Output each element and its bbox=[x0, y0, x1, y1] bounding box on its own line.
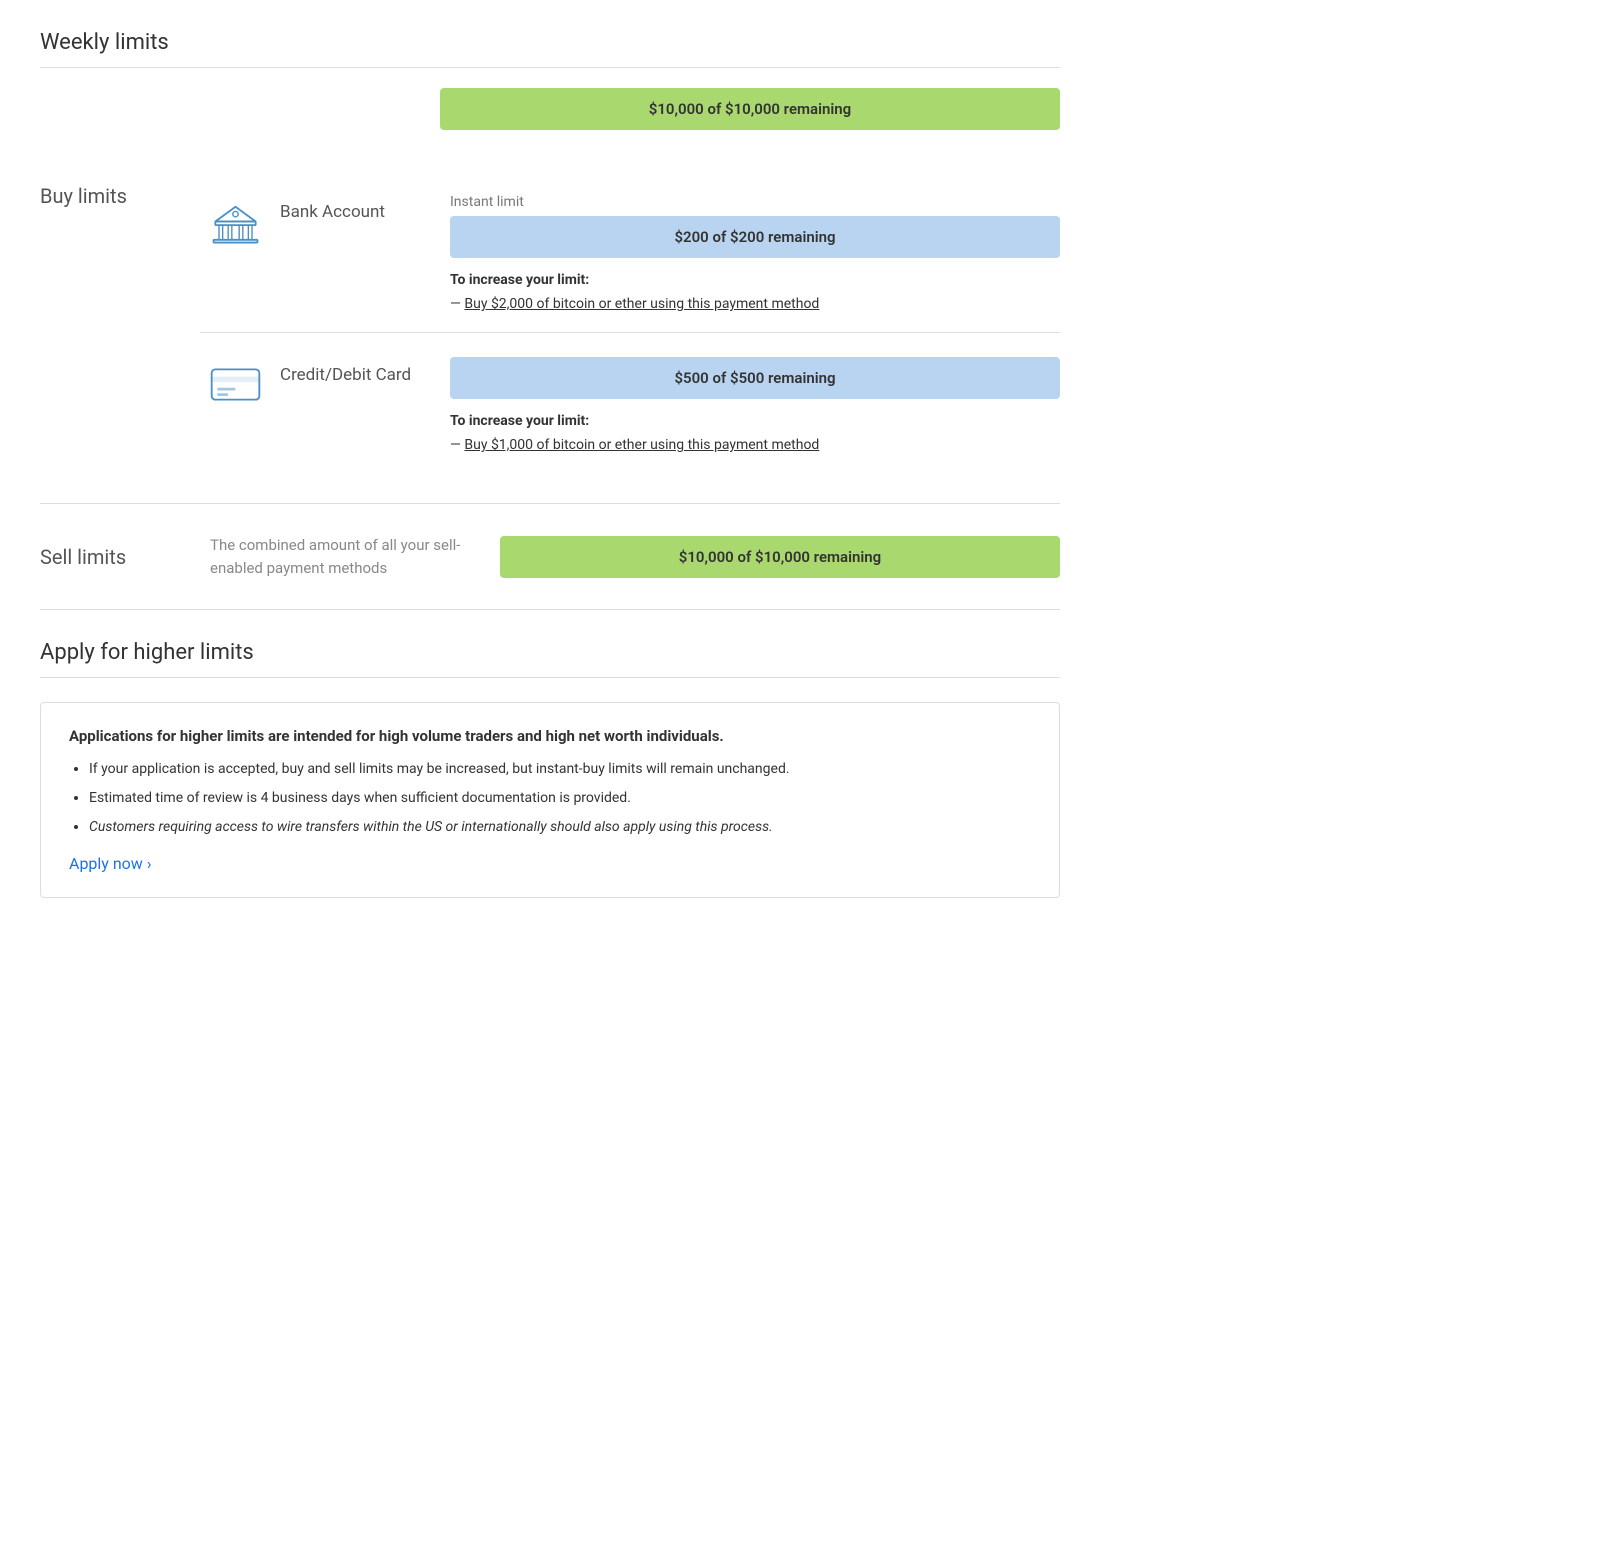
bank-account-row: Bank Account Instant limit $200 of $200 … bbox=[200, 174, 1060, 333]
buy-limits-content: Buy limits Bank bbox=[40, 174, 1060, 473]
bank-account-limit-bar: $200 of $200 remaining bbox=[450, 216, 1060, 258]
sell-limits-section: Sell limits The combined amount of all y… bbox=[40, 504, 1060, 610]
bank-account-name: Bank Account bbox=[270, 194, 430, 222]
buy-limits-label: Buy limits bbox=[40, 174, 200, 208]
sell-limits-label: Sell limits bbox=[40, 545, 200, 569]
weekly-limits-section: Weekly limits $10,000 of $10,000 remaini… bbox=[40, 30, 1060, 144]
apply-bullet-2: Estimated time of review is 4 business d… bbox=[89, 788, 1031, 809]
sell-limit-bar-wrapper: $10,000 of $10,000 remaining bbox=[480, 536, 1060, 578]
apply-bullet-1: If your application is accepted, buy and… bbox=[89, 759, 1031, 780]
sell-limit-bar: $10,000 of $10,000 remaining bbox=[500, 536, 1060, 578]
sell-description: The combined amount of all your sell-ena… bbox=[200, 534, 480, 579]
credit-card-limit-details: $500 of $500 remaining To increase your … bbox=[430, 357, 1060, 453]
apply-now-link[interactable]: Apply now › bbox=[69, 854, 152, 873]
bank-increase-link[interactable]: Buy $2,000 of bitcoin or ether using thi… bbox=[464, 296, 819, 312]
instant-limit-label: Instant limit bbox=[450, 194, 1060, 210]
apply-bullet-3-text: Customers requiring access to wire trans… bbox=[89, 819, 773, 835]
bank-account-limit-details: Instant limit $200 of $200 remaining To … bbox=[430, 194, 1060, 312]
credit-card-icon bbox=[200, 357, 270, 407]
credit-card-name: Credit/Debit Card bbox=[270, 357, 430, 385]
credit-increase-link[interactable]: Buy $1,000 of bitcoin or ether using thi… bbox=[464, 437, 819, 453]
apply-bullet-3: Customers requiring access to wire trans… bbox=[89, 817, 1031, 838]
apply-box-list: If your application is accepted, buy and… bbox=[89, 759, 1031, 838]
weekly-top-bar-wrapper: $10,000 of $10,000 remaining bbox=[440, 88, 1060, 144]
apply-divider bbox=[40, 677, 1060, 678]
apply-section-title: Apply for higher limits bbox=[40, 640, 1060, 665]
weekly-top-bar-row: $10,000 of $10,000 remaining bbox=[40, 68, 1060, 144]
weekly-limit-bar: $10,000 of $10,000 remaining bbox=[440, 88, 1060, 130]
credit-card-row: Credit/Debit Card $500 of $500 remaining… bbox=[200, 333, 1060, 473]
bank-increase-link-wrapper: — Buy $2,000 of bitcoin or ether using t… bbox=[450, 296, 1060, 312]
apply-box: Applications for higher limits are inten… bbox=[40, 702, 1060, 898]
bank-account-icon bbox=[200, 194, 270, 254]
apply-box-title: Applications for higher limits are inten… bbox=[69, 727, 1031, 745]
credit-increase-link-wrapper: — Buy $1,000 of bitcoin or ether using t… bbox=[450, 437, 1060, 453]
weekly-limits-title: Weekly limits bbox=[40, 30, 1060, 55]
apply-for-higher-limits-section: Apply for higher limits Applications for… bbox=[40, 610, 1060, 928]
sell-limits-content: Sell limits The combined amount of all y… bbox=[40, 534, 1060, 579]
payment-methods-list: Bank Account Instant limit $200 of $200 … bbox=[200, 174, 1060, 473]
credit-increase-label: To increase your limit: bbox=[450, 413, 1060, 429]
weekly-bar-spacer bbox=[40, 88, 440, 144]
buy-limits-section: Buy limits Bank bbox=[40, 144, 1060, 504]
bank-increase-label: To increase your limit: bbox=[450, 272, 1060, 288]
credit-card-limit-bar: $500 of $500 remaining bbox=[450, 357, 1060, 399]
